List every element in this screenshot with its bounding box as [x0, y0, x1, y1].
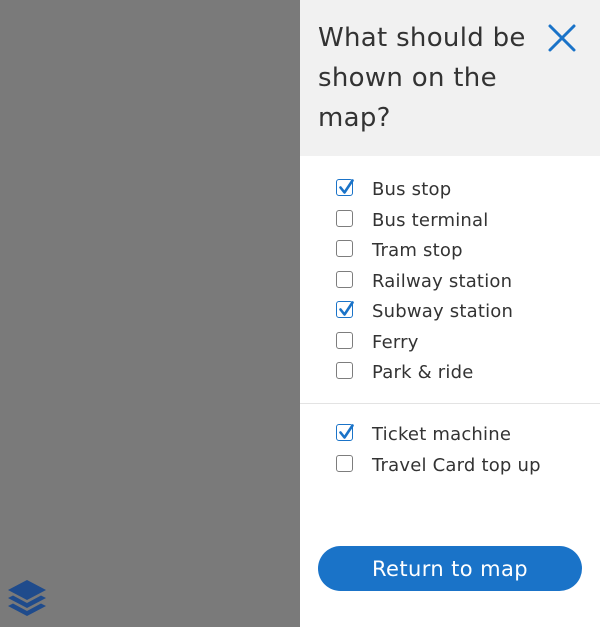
layers-icon	[8, 580, 46, 616]
layer-options-panel: What should be shown on the map? Bus sto…	[300, 0, 600, 627]
option-label: Ferry	[372, 331, 419, 353]
checkbox-bus-stop[interactable]	[336, 179, 354, 196]
option-label: Subway station	[372, 301, 514, 322]
checkmark-icon	[339, 301, 354, 316]
option-label: Railway station	[372, 270, 513, 292]
transport-options: Bus stop Bus terminal Tram stop Railway sta…	[300, 175, 600, 389]
option-label: Tram stop	[372, 240, 463, 261]
checkmark-icon	[339, 424, 354, 439]
panel-title: What should be shown on the map?	[318, 23, 526, 133]
option-label: Bus terminal	[372, 209, 489, 231]
option-travel-card-top-up[interactable]: Travel Card top up	[300, 451, 600, 482]
option-label: Ticket machine	[372, 424, 512, 445]
checkbox-subway-station[interactable]	[336, 301, 354, 318]
option-park-ride[interactable]: Park & ride	[300, 358, 600, 389]
close-button[interactable]	[546, 22, 578, 54]
option-label: Park & ride	[372, 362, 474, 383]
layers-button[interactable]	[5, 578, 49, 622]
option-bus-terminal[interactable]: Bus terminal	[300, 206, 600, 237]
option-label: Bus stop	[372, 179, 452, 200]
service-options: Ticket machine Travel Card top up	[300, 420, 600, 481]
divider	[300, 403, 600, 404]
close-icon	[548, 24, 576, 52]
checkbox-tram-stop[interactable]	[336, 240, 353, 257]
option-label: Travel Card top up	[372, 454, 541, 476]
option-tram-stop[interactable]: Tram stop	[300, 236, 600, 267]
checkbox-railway-station[interactable]	[336, 270, 353, 288]
checkbox-travel-card-top-up[interactable]	[336, 454, 353, 472]
checkbox-ticket-machine[interactable]	[336, 424, 354, 441]
panel-header: What should be shown on the map?	[300, 0, 600, 156]
option-ticket-machine[interactable]: Ticket machine	[300, 420, 600, 451]
checkmark-icon	[339, 179, 354, 194]
option-bus-stop[interactable]: Bus stop	[300, 175, 600, 206]
checkbox-park-ride[interactable]	[336, 362, 353, 379]
checkbox-bus-terminal[interactable]	[336, 209, 353, 227]
map-area[interactable]	[0, 0, 300, 627]
checkbox-ferry[interactable]	[336, 331, 353, 349]
option-subway-station[interactable]: Subway station	[300, 297, 600, 328]
option-ferry[interactable]: Ferry	[300, 328, 600, 359]
return-to-map-button[interactable]: Return to map	[318, 546, 582, 591]
option-railway-station[interactable]: Railway station	[300, 267, 600, 298]
